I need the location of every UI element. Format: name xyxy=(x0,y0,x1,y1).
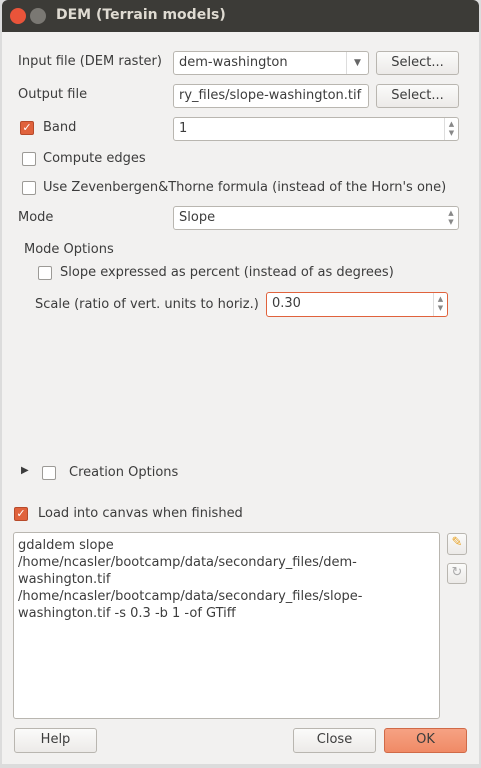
creation-options-checkbox[interactable] xyxy=(42,466,56,480)
help-button[interactable]: Help xyxy=(14,728,97,753)
scale-label: Scale (ratio of vert. units to horiz.) xyxy=(35,297,259,312)
input-file-value: dem-washington xyxy=(179,55,288,70)
mode-value: Slope xyxy=(179,210,216,225)
input-select-button[interactable]: Select... xyxy=(376,51,459,75)
close-button[interactable]: Close xyxy=(293,728,376,753)
compute-edges-checkbox[interactable] xyxy=(22,152,36,166)
band-label: Band xyxy=(43,120,77,135)
expand-triangle-icon[interactable]: ▶ xyxy=(21,465,29,476)
compute-edges-label: Compute edges xyxy=(43,151,146,166)
input-file-label: Input file (DEM raster) xyxy=(18,54,162,69)
chevron-down-icon: ▼ xyxy=(346,52,368,74)
zevenbergen-label: Use Zevenbergen&Thorne formula (instead … xyxy=(43,180,447,195)
band-value: 1 xyxy=(179,121,188,136)
ok-button[interactable]: OK xyxy=(384,728,467,753)
load-canvas-checkbox[interactable]: ✓ xyxy=(14,507,28,521)
mode-label: Mode xyxy=(18,210,54,225)
zevenbergen-checkbox[interactable] xyxy=(22,181,36,195)
scale-value: 0.30 xyxy=(272,296,301,311)
output-file-input[interactable]: ry_files/slope-washington.tif xyxy=(173,84,369,108)
slope-percent-label: Slope expressed as percent (instead of a… xyxy=(60,265,394,280)
maximize-window-icon[interactable] xyxy=(30,8,46,24)
output-select-button[interactable]: Select... xyxy=(376,84,459,108)
spin-arrows-icon[interactable]: ▲ ▼ xyxy=(444,118,458,140)
mode-options-heading: Mode Options xyxy=(24,242,114,257)
scale-spinbox[interactable]: 0.30 ▲ ▼ xyxy=(266,292,448,317)
mode-select[interactable]: Slope ▲ ▼ xyxy=(173,206,459,230)
load-canvas-label: Load into canvas when finished xyxy=(38,506,243,521)
select-arrows-icon: ▲ ▼ xyxy=(448,209,454,226)
reset-icon[interactable]: ↻ xyxy=(447,563,467,584)
band-spinbox[interactable]: 1 ▲ ▼ xyxy=(173,117,459,141)
command-textarea[interactable]: gdaldem slope /home/ncasler/bootcamp/dat… xyxy=(13,532,440,719)
edit-pencil-icon[interactable]: ✎ xyxy=(447,533,467,555)
input-file-combo[interactable]: dem-washington ▼ xyxy=(173,51,369,75)
title-bar: DEM (Terrain models) xyxy=(2,0,479,32)
band-checkbox[interactable]: ✓ xyxy=(20,121,34,135)
output-file-label: Output file xyxy=(18,87,88,102)
close-window-icon[interactable] xyxy=(10,8,26,24)
window-title: DEM (Terrain models) xyxy=(56,7,226,23)
slope-percent-checkbox[interactable] xyxy=(38,266,52,280)
creation-options-label: Creation Options xyxy=(69,465,179,480)
spin-arrows-icon[interactable]: ▲ ▼ xyxy=(433,293,447,316)
dem-dialog: DEM (Terrain models) Input file (DEM ras… xyxy=(2,0,479,764)
